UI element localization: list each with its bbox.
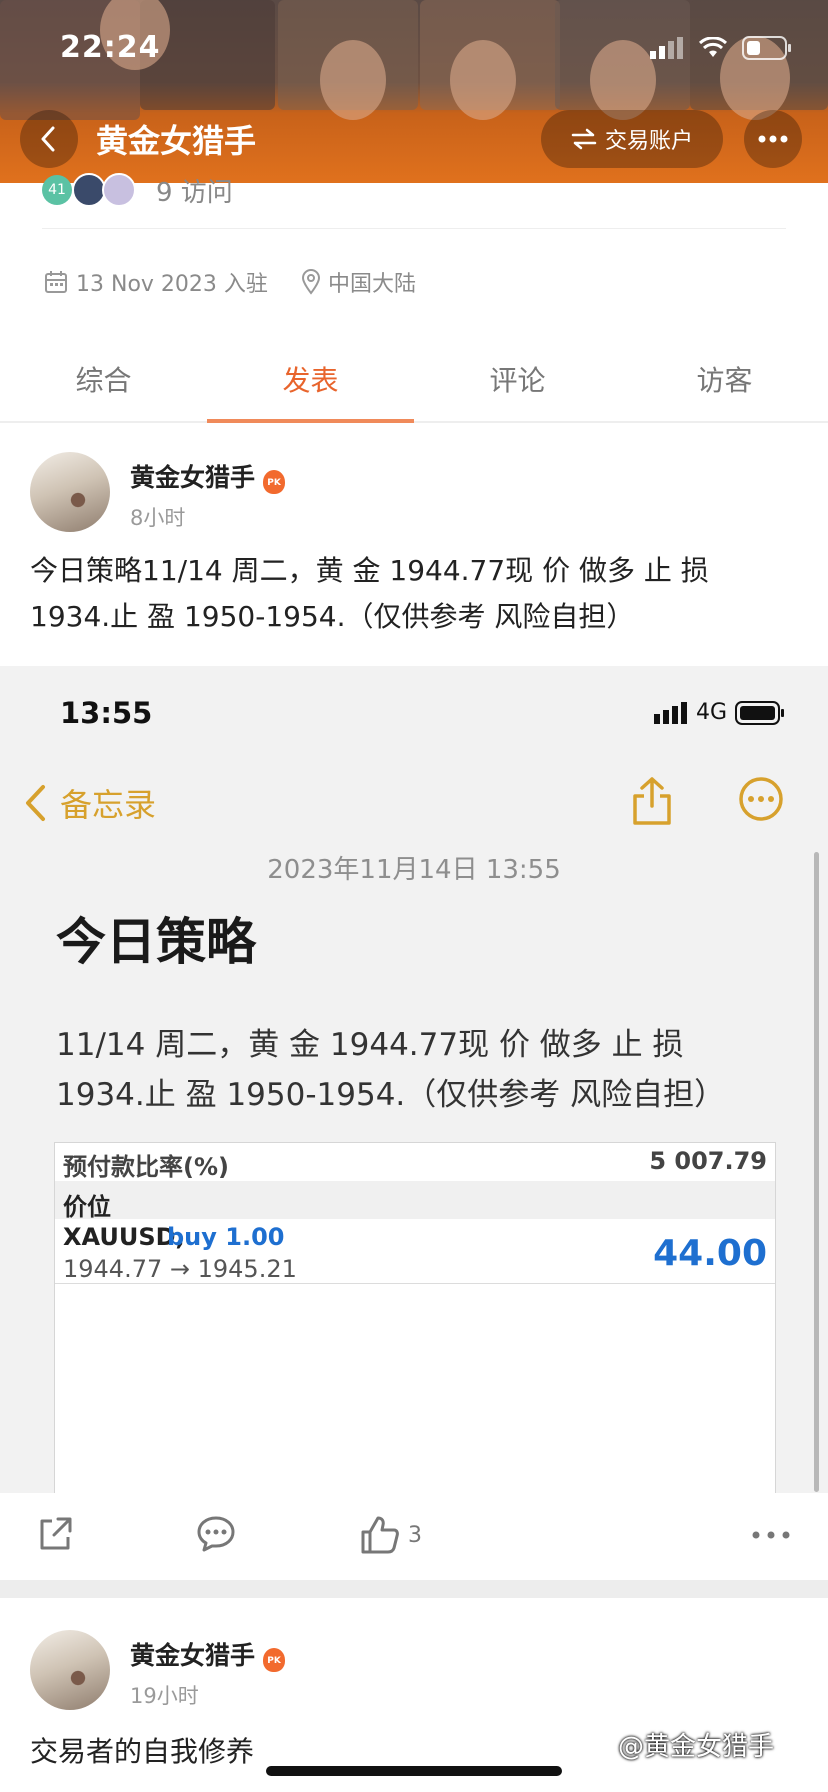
more-options-button[interactable] [744, 110, 802, 168]
status-bar-time: 22:24 [60, 30, 161, 65]
price-section-label: 价位 [63, 1193, 111, 1221]
banner-face [450, 40, 516, 120]
chevron-left-icon [26, 785, 45, 821]
location-text: 中国大陆 [328, 272, 417, 297]
share-out-icon [40, 1517, 72, 1550]
thumbs-up-icon [361, 1516, 399, 1554]
trading-account-button[interactable]: 交易账户 [541, 110, 723, 168]
profile-header-banner: 22:24 黄金女猎手 交易账户 [0, 0, 828, 183]
visitor-avatar [72, 173, 106, 207]
visitor-row[interactable]: 41 9 访问 [42, 172, 233, 208]
margin-ratio-value: 5 007.79 [649, 1147, 767, 1175]
join-date-text: 13 Nov 2023 入驻 [76, 272, 268, 297]
home-indicator[interactable] [266, 1766, 562, 1776]
table-row: XAUUSD, buy 1.00 1944.77 → 1945.21 44.00 [55, 1219, 775, 1284]
comment-button[interactable] [196, 1515, 236, 1553]
comment-bubble-icon [197, 1516, 235, 1552]
notes-back-button[interactable]: 备忘录 [22, 780, 156, 826]
note-title: 今日策略 [56, 913, 256, 971]
post-author-name[interactable]: 黄金女猎手 [130, 1641, 255, 1670]
like-button[interactable]: 3 [360, 1515, 422, 1555]
notes-back-label: 备忘录 [60, 786, 157, 824]
more-circle-icon[interactable] [738, 776, 784, 822]
battery-icon [735, 700, 785, 725]
post-author-row: 黄金女猎手 PK [130, 1636, 286, 1672]
author-avatar[interactable] [30, 452, 110, 532]
fire-badge-icon: PK [263, 469, 286, 494]
swap-arrows-icon [571, 128, 597, 150]
post-action-bar: 3 [0, 1493, 828, 1579]
scrollbar [814, 852, 819, 1492]
post-more-button[interactable] [752, 1531, 790, 1539]
divider [42, 228, 786, 229]
post-author-row: 黄金女猎手 PK [130, 458, 286, 494]
author-avatar[interactable] [30, 1630, 110, 1710]
battery-icon [742, 36, 791, 60]
embedded-status-icons: 4G [654, 700, 785, 725]
wifi-icon [698, 37, 728, 57]
post-time: 19小时 [130, 1684, 199, 1708]
position-order: buy 1.00 [167, 1223, 285, 1251]
tab-visitors[interactable]: 访客 [621, 345, 828, 421]
note-body-line: 11/14 周二，黄 金 1944.77现 价 做多 止 损 [56, 1027, 684, 1063]
tab-comments[interactable]: 评论 [414, 345, 621, 421]
calendar-icon [45, 271, 67, 293]
visitor-avatar [102, 173, 136, 207]
location: 中国大陆 [300, 266, 416, 298]
join-date: 13 Nov 2023 入驻 [44, 266, 268, 298]
table-row: 预付款比率(%) 5 007.79 [55, 1143, 775, 1182]
watermark: @黄金女猎手 [618, 1732, 775, 1762]
header-title: 黄金女猎手 [96, 122, 257, 160]
position-prices: 1944.77 → 1945.21 [63, 1255, 297, 1283]
visit-count: 9 访问 [156, 177, 233, 208]
more-dots-icon [758, 135, 788, 143]
trading-account-label: 交易账户 [604, 129, 693, 154]
network-type: 4G [696, 700, 728, 725]
chevron-left-icon [41, 126, 55, 152]
fire-badge-icon: PK [263, 1647, 286, 1672]
post-text-line: 今日策略11/14 周二，黄 金 1944.77现 价 做多 止 损 [30, 554, 709, 587]
post-text-line: 1934.止 盈 1950-1954.（仅供参考 风险自担） [30, 600, 635, 633]
post-author-name[interactable]: 黄金女猎手 [130, 463, 255, 492]
more-dots-icon [752, 1531, 790, 1539]
table-row: 价位 [55, 1181, 775, 1221]
cellular-signal-icon [650, 37, 683, 59]
note-body-line: 1934.止 盈 1950-1954.（仅供参考 风险自担） [56, 1077, 726, 1113]
back-button[interactable] [20, 110, 78, 168]
cellular-signal-icon [654, 701, 687, 724]
margin-ratio-label: 预付款比率(%) [63, 1153, 229, 1181]
post-image[interactable]: 13:55 4G 备忘录 2023年11月14日 13:55 今日策略 11/1… [0, 666, 828, 1493]
share-icon[interactable] [630, 776, 674, 826]
trade-summary-table: 预付款比率(%) 5 007.79 价位 XAUUSD, buy 1.00 19… [54, 1142, 776, 1493]
note-body: 11/14 周二，黄 金 1944.77现 价 做多 止 损 1934.止 盈 … [56, 1020, 786, 1120]
position-profit: 44.00 [653, 1233, 767, 1274]
post-text[interactable]: 今日策略11/14 周二，黄 金 1944.77现 价 做多 止 损 1934.… [30, 548, 800, 640]
profile-tabs: 综合 发表 评论 访客 [0, 345, 828, 423]
banner-face [590, 40, 656, 120]
location-pin-icon [301, 269, 321, 295]
status-bar-icons [650, 36, 792, 60]
post-time: 8小时 [130, 506, 186, 530]
like-count: 3 [408, 1522, 422, 1548]
share-button[interactable] [36, 1515, 74, 1553]
banner-face [320, 40, 386, 120]
tab-posts[interactable]: 发表 [207, 345, 414, 423]
note-date: 2023年11月14日 13:55 [267, 855, 561, 885]
embedded-status-time: 13:55 [60, 696, 153, 730]
post-text[interactable]: 交易者的自我修养 [30, 1730, 254, 1770]
tab-overview[interactable]: 综合 [0, 345, 207, 421]
visitor-count-badge: 41 [42, 175, 72, 205]
feed-separator [0, 1580, 828, 1598]
